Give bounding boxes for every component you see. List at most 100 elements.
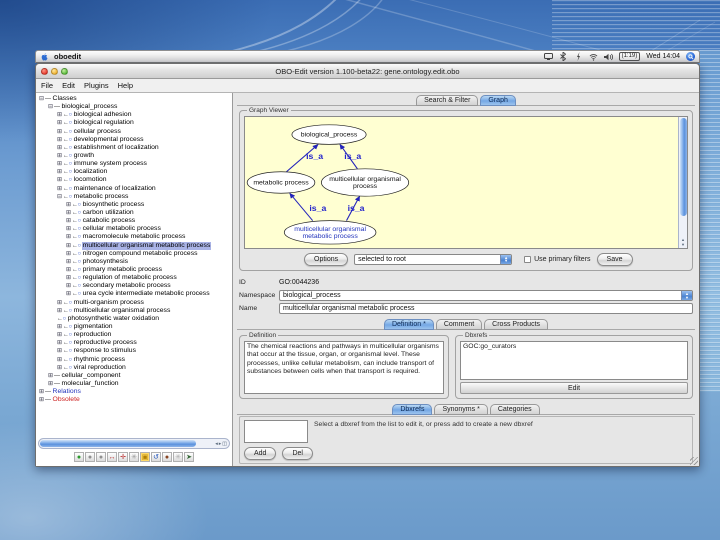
tree-item-classes[interactable]: ⊟ — Classes [36, 95, 232, 103]
tree-item-label[interactable]: secondary metabolic process [82, 282, 172, 290]
tree-item-label[interactable]: molecular_function [61, 380, 120, 388]
expand-node-icon[interactable]: ⊞ [66, 250, 71, 258]
refresh-icon[interactable]: ↺ [151, 452, 161, 462]
tab-cross-products[interactable]: Cross Products [484, 319, 549, 330]
tree-item-label[interactable]: biological_process [61, 103, 119, 111]
tree-item-label[interactable]: biological regulation [73, 119, 135, 127]
tree-item-label[interactable]: primary metabolic process [82, 266, 163, 274]
tree-item-multicellular-organismal-metabolic-process[interactable]: ⊞ ←○ multicellular organismal metabolic pr… [36, 241, 232, 250]
gray-dot-icon-2[interactable]: ● [96, 452, 106, 462]
expand-node-icon[interactable]: ⊞ [66, 282, 71, 290]
tree-item-catabolic-process[interactable]: ⊞ ←○ catabolic process [36, 217, 232, 225]
expand-node-icon[interactable]: ⊞ [66, 258, 71, 266]
expand-node-icon[interactable]: ⊞ [57, 168, 62, 176]
tree-item-developmental-process[interactable]: ⊞ ←○ developmental process [36, 136, 232, 144]
tree-item-label[interactable]: viral reproduction [73, 364, 127, 372]
expand-node-icon[interactable]: ⊞ [66, 209, 71, 217]
expand-node-icon[interactable]: ⊞ [39, 396, 44, 404]
tree-item-label[interactable]: reproductive process [73, 339, 138, 347]
lock-icon[interactable]: ▣ [140, 452, 150, 462]
tree-item-biosynthetic-process[interactable]: ⊞ ←○ biosynthetic process [36, 201, 232, 209]
tree-item-multi-organism-process[interactable]: ⊞ ←○ multi-organism process [36, 299, 232, 307]
expand-node-icon[interactable]: ⊞ [66, 217, 71, 225]
window-title-bar[interactable]: OBO-Edit version 1.100-beta22: gene.onto… [36, 64, 699, 79]
wifi-menu-icon[interactable] [589, 52, 598, 61]
expand-node-icon[interactable]: ⊞ [57, 339, 62, 347]
collapse-node-icon[interactable]: ⊟ [57, 193, 62, 201]
tree-scrollbar-thumb[interactable] [40, 440, 196, 447]
tree-item-label[interactable]: urea cycle intermediate metabolic proces… [82, 290, 211, 298]
graph-mode-dropdown[interactable]: selected to root ▲ ▼ [354, 253, 513, 265]
tree-item-obsolete[interactable]: ⊞ — Obsolete [36, 396, 232, 404]
tree-item-label[interactable]: photosynthetic water oxidation [67, 315, 160, 323]
graph-vertical-scrollbar[interactable]: ▴ ▾ [678, 117, 687, 248]
menu-edit[interactable]: Edit [62, 81, 75, 90]
menu-plugins[interactable]: Plugins [84, 81, 109, 90]
tab-categories[interactable]: Categories [489, 404, 540, 415]
tree-item-locomotion[interactable]: ⊞ ←○ locomotion [36, 176, 232, 184]
expand-node-icon[interactable]: ⊞ [57, 307, 62, 315]
volume-menu-icon[interactable] [603, 52, 613, 61]
options-button[interactable]: Options [304, 252, 349, 266]
tree-item-cellular-metabolic-process[interactable]: ⊞ ←○ cellular metabolic process [36, 225, 232, 233]
tree-item-label[interactable]: biosynthetic process [82, 201, 146, 209]
namespace-dropdown[interactable]: biological_process ▲ ▼ [279, 290, 693, 301]
scroll-down-arrow[interactable]: ▾ [682, 242, 684, 247]
tree-item-metabolic-process[interactable]: ⊟ ←○ metabolic process [36, 193, 232, 201]
tree-item-label[interactable]: multicellular organismal process [73, 307, 172, 315]
graph-canvas[interactable]: is_a is_a is_a is_a biological_process metabo… [244, 116, 688, 249]
tab-graph[interactable]: Graph [480, 95, 516, 106]
tree-item-secondary-metabolic-process[interactable]: ⊞ ←○ secondary metabolic process [36, 282, 232, 290]
menu-file[interactable]: File [41, 81, 53, 90]
tree-item-label[interactable]: pigmentation [73, 323, 114, 331]
expand-node-icon[interactable]: ⊞ [66, 266, 71, 274]
tree-item-label[interactable]: metabolic process [73, 193, 130, 201]
tree-item-label[interactable]: Obsolete [52, 396, 81, 404]
tree-item-multicellular-organismal-process[interactable]: ⊞ ←○ multicellular organismal process [36, 307, 232, 315]
resize-horizontal-icon[interactable]: ↔ [107, 452, 117, 462]
tree-item-viral-reproduction[interactable]: ⊞ ←○ viral reproduction [36, 364, 232, 372]
battery-bolt-icon[interactable] [574, 52, 583, 61]
collapse-node-icon[interactable]: ⊟ [48, 103, 53, 111]
name-input[interactable]: multicellular organismal metabolic proce… [279, 303, 693, 314]
expand-node-icon[interactable]: ⊞ [57, 364, 62, 372]
scrollbar-split-box[interactable]: ◫ [222, 441, 227, 447]
expand-node-icon[interactable]: ⊞ [39, 388, 44, 396]
del-button[interactable]: Del [282, 447, 313, 460]
tree-item-label[interactable]: establishment of localization [73, 144, 160, 152]
definition-text[interactable]: The chemical reactions and pathways in m… [244, 341, 444, 394]
tree-item-photosynthesis[interactable]: ⊞ ←○ photosynthesis [36, 258, 232, 266]
tree-item-establishment-of-localization[interactable]: ⊞ ←○ establishment of localization [36, 144, 232, 152]
tree-item-maintenance-of-localization[interactable]: ⊞ ←○ maintenance of localization [36, 185, 232, 193]
tree-item-label[interactable]: reproduction [73, 331, 113, 339]
expand-node-icon[interactable]: ⊞ [57, 323, 62, 331]
tree-item-photosynthetic-water-oxidation[interactable]: ←○ photosynthetic water oxidation [36, 315, 232, 323]
tree-item-label[interactable]: nitrogen compound metabolic process [82, 250, 199, 258]
expand-node-icon[interactable]: ⊞ [57, 111, 62, 119]
filter-brush-icon[interactable]: ➤ [184, 452, 194, 462]
expand-node-icon[interactable]: ⊞ [57, 144, 62, 152]
bluetooth-menu-icon[interactable] [559, 52, 568, 61]
tree-item-pigmentation[interactable]: ⊞ ←○ pigmentation [36, 323, 232, 331]
tree-item-cellular-process[interactable]: ⊞ ←○ cellular process [36, 128, 232, 136]
tree-item-label[interactable]: maintenance of localization [73, 185, 157, 193]
tree-item-label[interactable]: catabolic process [82, 217, 137, 225]
tree-item-label[interactable]: multi-organism process [73, 299, 145, 307]
tree-item-biological-adhesion[interactable]: ⊞ ←○ biological adhesion [36, 111, 232, 119]
expand-node-icon[interactable]: ⊞ [57, 128, 62, 136]
tab-search-filter[interactable]: Search & Filter [416, 95, 479, 106]
menu-help[interactable]: Help [118, 81, 133, 90]
expand-node-icon[interactable]: ⊞ [66, 290, 71, 298]
tree-item-growth[interactable]: ⊞ ←○ growth [36, 152, 232, 160]
collapse-node-icon[interactable]: ⊟ [39, 95, 44, 103]
crosshair-icon[interactable]: ✛ [118, 452, 128, 462]
tree-item-immune-system-process[interactable]: ⊞ ←○ immune system process [36, 160, 232, 168]
tree-item-rhythmic-process[interactable]: ⊞ ←○ rhythmic process [36, 356, 232, 364]
tree-item-label[interactable]: photosynthesis [82, 258, 129, 266]
tree-item-label[interactable]: regulation of metabolic process [82, 274, 178, 282]
expand-node-icon[interactable]: ⊞ [57, 152, 62, 160]
tab-dbxrefs[interactable]: Dbxrefs [392, 404, 433, 415]
dbxref-item[interactable]: GOC:go_curators [463, 343, 685, 350]
tree-item-relations[interactable]: ⊞ — Relations [36, 388, 232, 396]
expand-node-icon[interactable]: ⊞ [57, 356, 62, 364]
